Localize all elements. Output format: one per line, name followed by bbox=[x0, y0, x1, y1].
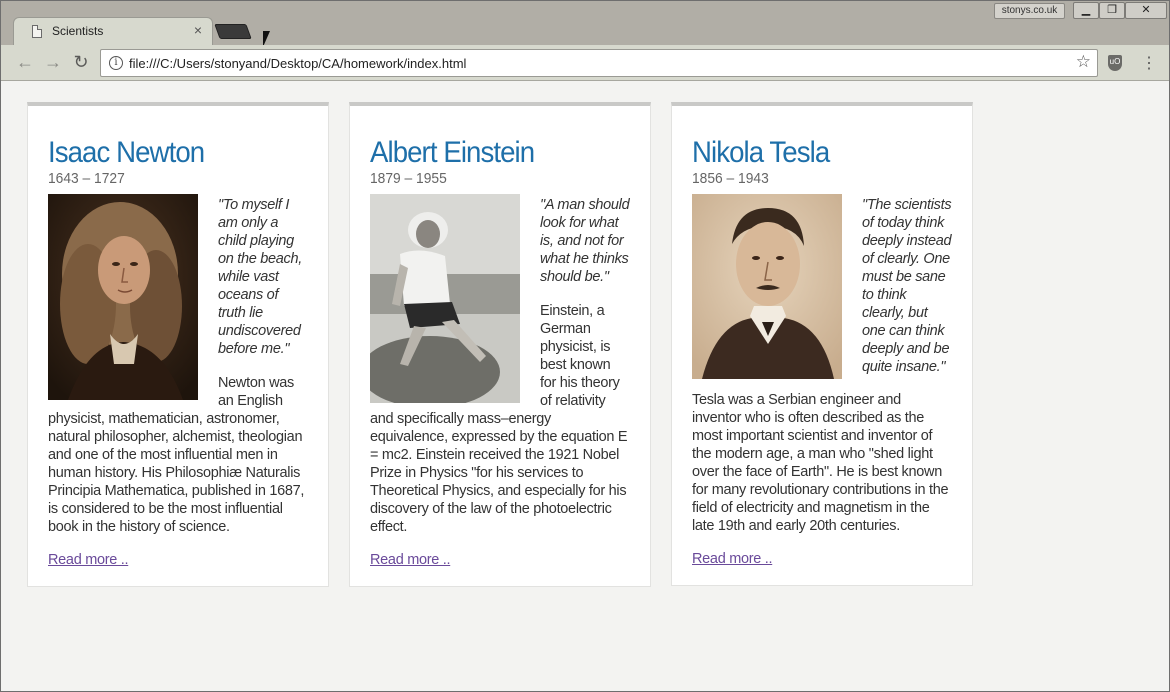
minimize-button[interactable]: ▁ bbox=[1073, 2, 1099, 19]
tab-title: Scientists bbox=[52, 24, 104, 38]
tesla-portrait bbox=[692, 194, 842, 379]
profile-button[interactable]: stonys.co.uk bbox=[994, 3, 1065, 19]
forward-button[interactable]: → bbox=[43, 53, 63, 73]
title-bar: Scientists × stonys.co.uk ▁ ❐ ✕ bbox=[1, 1, 1169, 47]
info-icon[interactable]: i bbox=[109, 56, 123, 70]
newton-portrait bbox=[48, 194, 198, 400]
scientist-name: Nikola Tesla bbox=[692, 136, 830, 169]
new-tab-button[interactable] bbox=[214, 24, 252, 39]
einstein-portrait bbox=[370, 194, 520, 403]
scientist-dates: 1643 – 1727 bbox=[48, 170, 125, 187]
read-more-link[interactable]: Read more .. bbox=[370, 552, 451, 568]
read-more-link[interactable]: Read more .. bbox=[48, 552, 129, 568]
bookmark-star-icon[interactable]: ☆ bbox=[1076, 52, 1091, 72]
read-more-link[interactable]: Read more .. bbox=[692, 551, 773, 567]
close-window-button[interactable]: ✕ bbox=[1125, 2, 1167, 19]
url-text[interactable]: file:///C:/Users/stonyand/Desktop/CA/hom… bbox=[129, 56, 466, 71]
extension-shield-icon[interactable]: uO bbox=[1108, 55, 1122, 71]
scientist-name: Albert Einstein bbox=[370, 136, 535, 169]
reload-button[interactable]: ↻ bbox=[71, 53, 91, 73]
scientist-card-tesla: Nikola Tesla 1856 – 1943 "The scientists… bbox=[671, 102, 973, 586]
back-button[interactable]: ← bbox=[15, 53, 35, 73]
scientist-bio: Tesla was a Serbian engineer and invento… bbox=[692, 392, 949, 534]
scientist-name: Isaac Newton bbox=[48, 136, 205, 169]
menu-icon[interactable]: ⋮ bbox=[1141, 53, 1157, 73]
tab-close-icon[interactable]: × bbox=[194, 22, 202, 38]
page-icon bbox=[32, 25, 42, 38]
browser-toolbar: ← → ↻ i file:///C:/Users/stonyand/Deskto… bbox=[1, 45, 1169, 81]
scientist-card-newton: Isaac Newton 1643 – 1727 "To myself I am… bbox=[27, 102, 329, 587]
scientist-dates: 1856 – 1943 bbox=[692, 170, 769, 187]
address-bar[interactable]: i file:///C:/Users/stonyand/Desktop/CA/h… bbox=[100, 49, 1098, 77]
scientist-dates: 1879 – 1955 bbox=[370, 170, 447, 187]
page-content: Isaac Newton 1643 – 1727 "To myself I am… bbox=[1, 81, 1169, 691]
maximize-button[interactable]: ❐ bbox=[1099, 2, 1125, 19]
tab-scientists[interactable]: Scientists × bbox=[13, 17, 213, 45]
browser-window: Scientists × stonys.co.uk ▁ ❐ ✕ ← → ↻ i … bbox=[0, 0, 1170, 692]
scientist-card-einstein: Albert Einstein 1879 – 1955 "A man shoul… bbox=[349, 102, 651, 587]
